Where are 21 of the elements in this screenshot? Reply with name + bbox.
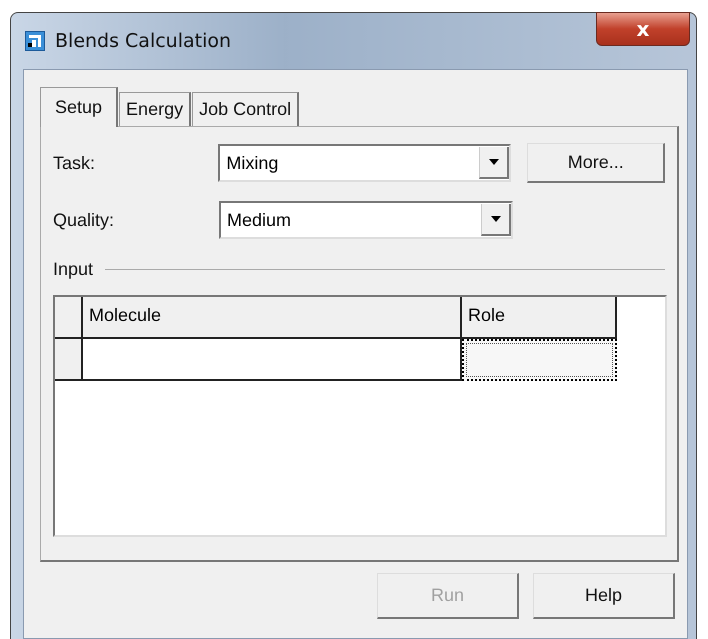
app-icon [25,31,45,51]
tab[interactable]: Energy [119,92,192,126]
dropdown-arrow-icon [490,216,500,222]
close-button[interactable]: x [596,12,690,46]
dropdown[interactable]: Mixing [218,144,512,182]
column-header[interactable]: Role [462,297,617,339]
window-title: Blends Calculation [55,30,232,52]
field-label: Task: [53,152,96,174]
tab[interactable]: Setup [40,87,118,127]
dropdown[interactable]: Medium [219,201,513,239]
row-header[interactable] [55,339,83,381]
column-header[interactable]: Molecule [83,297,462,339]
dropdown-arrow-icon [488,159,499,165]
group-label: Input [53,258,94,280]
tab[interactable]: Job Control [192,92,300,126]
more-button[interactable]: More... [527,143,665,183]
corner-header [55,297,83,339]
table-cell[interactable] [462,339,617,381]
field-label: Quality: [53,210,116,230]
table-cell[interactable] [83,339,462,381]
help-button[interactable]: Help [533,573,675,619]
